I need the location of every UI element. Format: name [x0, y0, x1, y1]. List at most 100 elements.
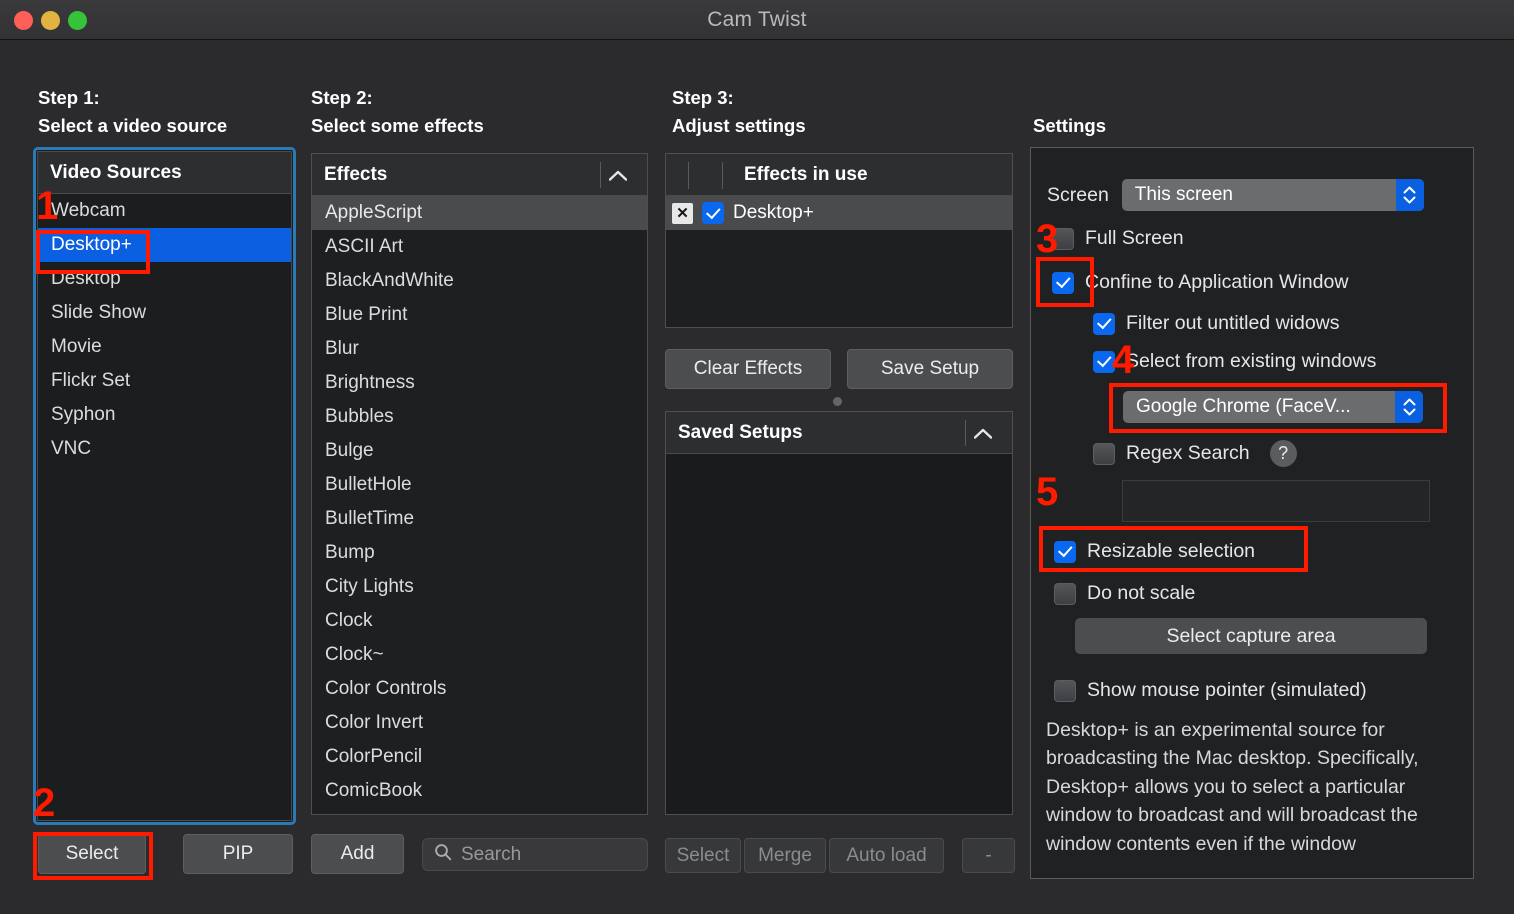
list-item[interactable]: Blur — [312, 332, 647, 366]
header-divider — [688, 162, 689, 189]
step2-heading: Step 2: Select some effects — [311, 87, 484, 136]
chevron-up-icon[interactable] — [972, 412, 994, 454]
list-item[interactable]: Movie — [38, 330, 291, 364]
filter-untitled-row[interactable]: Filter out untitled widows — [1093, 312, 1340, 335]
regex-search-input[interactable] — [1122, 480, 1430, 522]
effects-in-use-list[interactable]: ✕ Desktop+ — [666, 196, 1012, 230]
regex-search-checkbox[interactable] — [1093, 442, 1115, 465]
list-item[interactable]: City Lights — [312, 570, 647, 604]
save-setup-button[interactable]: Save Setup — [847, 349, 1013, 389]
help-icon[interactable]: ? — [1269, 440, 1297, 467]
saved-setups-remove-button[interactable]: - — [962, 838, 1015, 873]
list-item-selected[interactable]: Desktop+ — [38, 228, 291, 262]
show-mouse-pointer-label: Show mouse pointer (simulated) — [1087, 679, 1367, 701]
confine-window-checkbox[interactable] — [1052, 271, 1074, 294]
search-placeholder: Search — [461, 843, 522, 865]
list-item[interactable]: Flickr Set — [38, 364, 291, 398]
list-item[interactable]: Blue Print — [312, 298, 647, 332]
header-divider — [722, 162, 723, 189]
effect-name-label: Desktop+ — [733, 202, 814, 223]
screen-label: Screen — [1047, 183, 1109, 206]
list-item[interactable]: Webcam — [38, 194, 291, 228]
window-select-row[interactable]: Google Chrome (FaceV... — [1123, 391, 1423, 423]
do-not-scale-row[interactable]: Do not scale — [1054, 582, 1195, 605]
list-item[interactable]: Bump — [312, 536, 647, 570]
video-sources-header: Video Sources — [38, 152, 291, 194]
window-titlebar: Cam Twist — [0, 0, 1514, 40]
show-mouse-pointer-row[interactable]: Show mouse pointer (simulated) — [1054, 679, 1367, 702]
list-item[interactable]: ComicBook — [312, 774, 647, 808]
show-mouse-pointer-checkbox[interactable] — [1054, 679, 1076, 702]
header-divider — [600, 162, 601, 188]
list-item[interactable]: ASCII Art — [312, 230, 647, 264]
saved-setups-header-label: Saved Setups — [678, 422, 803, 443]
screen-row: Screen This screen — [1047, 179, 1424, 211]
effects-header-label: Effects — [324, 164, 388, 185]
saved-setups-select-button[interactable]: Select — [665, 838, 741, 873]
full-screen-row[interactable]: Full Screen — [1052, 227, 1184, 250]
table-row[interactable]: ✕ Desktop+ — [666, 196, 1012, 230]
saved-setups-merge-button[interactable]: Merge — [744, 838, 826, 873]
do-not-scale-label: Do not scale — [1087, 582, 1196, 604]
saved-setups-list[interactable] — [666, 454, 1012, 814]
list-item[interactable]: Bubbles — [312, 400, 647, 434]
list-item[interactable]: Slide Show — [38, 296, 291, 330]
list-item-highlighted[interactable]: AppleScript — [312, 196, 647, 230]
saved-setups-header[interactable]: Saved Setups — [666, 412, 1012, 454]
regex-search-row[interactable]: Regex Search ? — [1093, 440, 1297, 467]
confine-window-row[interactable]: Confine to Application Window — [1052, 271, 1348, 294]
do-not-scale-checkbox[interactable] — [1054, 582, 1076, 605]
chevron-updown-icon[interactable] — [1395, 391, 1423, 423]
split-handle[interactable] — [833, 397, 842, 406]
effects-search-field[interactable]: Search — [422, 838, 648, 871]
search-icon — [434, 843, 452, 866]
add-effect-button[interactable]: Add — [311, 834, 404, 874]
screen-select-value: This screen — [1134, 184, 1233, 205]
video-sources-list[interactable]: Webcam Desktop+ Desktop Slide Show Movie… — [38, 194, 291, 466]
resizable-selection-label: Resizable selection — [1087, 540, 1256, 562]
filter-untitled-label: Filter out untitled widows — [1126, 312, 1340, 334]
window-select-value: Google Chrome (FaceV... — [1136, 396, 1351, 417]
saved-setups-auto-load-button[interactable]: Auto load — [829, 838, 944, 873]
resizable-selection-checkbox[interactable] — [1054, 540, 1076, 563]
list-item[interactable]: Color Controls — [312, 672, 647, 706]
filter-untitled-checkbox[interactable] — [1093, 312, 1115, 335]
effects-panel: Effects AppleScript ASCII Art BlackAndWh… — [311, 153, 648, 815]
list-item[interactable]: Bulge — [312, 434, 647, 468]
list-item[interactable]: Syphon — [38, 398, 291, 432]
window-select[interactable]: Google Chrome (FaceV... — [1123, 391, 1423, 423]
resizable-selection-row[interactable]: Resizable selection — [1054, 540, 1255, 563]
settings-heading: Settings — [1033, 115, 1106, 136]
list-item[interactable]: Color Invert — [312, 706, 647, 740]
chevron-updown-icon[interactable] — [1395, 179, 1424, 211]
list-item[interactable]: Brightness — [312, 366, 647, 400]
effects-list[interactable]: AppleScript ASCII Art BlackAndWhite Blue… — [312, 196, 647, 814]
header-divider — [965, 420, 966, 446]
list-item[interactable]: Clock~ — [312, 638, 647, 672]
select-capture-area-button[interactable]: Select capture area — [1075, 618, 1427, 654]
select-source-button[interactable]: Select — [38, 834, 146, 874]
list-item[interactable]: BulletHole — [312, 468, 647, 502]
clear-effects-button[interactable]: Clear Effects — [665, 349, 831, 389]
select-existing-checkbox[interactable] — [1093, 350, 1115, 373]
effects-header[interactable]: Effects — [312, 154, 647, 196]
list-item[interactable]: Desktop — [38, 262, 291, 296]
effect-enabled-checkbox[interactable] — [702, 202, 724, 224]
confine-window-label: Confine to Application Window — [1085, 271, 1349, 293]
step1-heading: Step 1: Select a video source — [38, 87, 228, 136]
list-item[interactable]: VNC — [38, 432, 291, 466]
list-item[interactable]: Clock — [312, 604, 647, 638]
list-item[interactable]: BulletTime — [312, 502, 647, 536]
select-existing-row[interactable]: Select from existing windows — [1093, 350, 1376, 373]
remove-effect-icon[interactable]: ✕ — [672, 202, 693, 224]
full-screen-label: Full Screen — [1085, 227, 1184, 249]
screen-select[interactable]: This screen — [1121, 179, 1424, 211]
pip-button[interactable]: PIP — [183, 834, 293, 874]
full-screen-checkbox[interactable] — [1052, 227, 1074, 250]
effects-in-use-header-label: Effects in use — [744, 164, 868, 185]
list-item[interactable]: ColorPencil — [312, 740, 647, 774]
chevron-up-icon[interactable] — [607, 154, 629, 196]
list-item[interactable]: BlackAndWhite — [312, 264, 647, 298]
video-sources-panel: Video Sources Webcam Desktop+ Desktop Sl… — [33, 147, 296, 825]
regex-search-label: Regex Search — [1126, 442, 1250, 464]
